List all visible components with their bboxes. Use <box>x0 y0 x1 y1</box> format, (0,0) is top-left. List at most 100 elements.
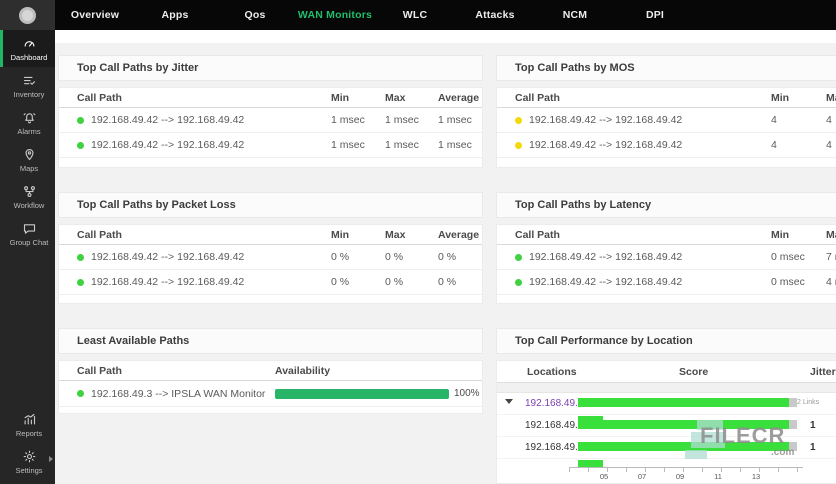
axis-tick-label: 11 <box>714 472 722 481</box>
call-path-link[interactable]: 192.168.49.42 --> 192.168.49.42 <box>59 139 244 151</box>
column-min: Min <box>771 228 790 241</box>
column-min: Min <box>771 91 790 104</box>
tab-wlc[interactable]: WLC <box>375 9 455 21</box>
column-average: Average <box>438 228 480 241</box>
table-row[interactable]: 192.168.49.42 --> 192.168.49.42 4 4 <box>497 133 836 158</box>
average-value: 0 % <box>438 276 457 288</box>
panel-header-least-available: Least Available Paths <box>58 328 483 354</box>
column-max: Max <box>385 228 406 241</box>
performance-row[interactable]: 192.168.49.42 2 Links <box>497 393 836 423</box>
sidebar-item-dashboard[interactable]: Dashboard <box>0 30 55 67</box>
table-row[interactable]: 192.168.49.42 --> 192.168.49.42 0 % 0 % … <box>59 270 482 295</box>
column-call-path: Call Path <box>515 228 560 241</box>
sidebar-item-maps[interactable]: Maps <box>0 141 55 178</box>
status-dot-yellow-icon <box>515 141 522 149</box>
column-call-path: Call Path <box>515 91 560 104</box>
column-call-path: Call Path <box>77 228 122 241</box>
column-average: Average <box>438 91 480 104</box>
sidebar-item-label: Settings <box>15 465 43 475</box>
status-dot-green-icon <box>77 253 84 261</box>
top-nav: Overview Apps Qos WAN Monitors WLC Attac… <box>0 0 836 30</box>
call-path-link[interactable]: 192.168.49.42 --> 192.168.49.42 <box>497 251 682 263</box>
table-row[interactable]: 192.168.49.42 --> 192.168.49.42 0 msec 7… <box>497 245 836 270</box>
table-header: Call Path Min Max Average <box>59 88 482 108</box>
collapse-arrow-icon[interactable] <box>505 399 513 404</box>
sidebar-item-workflow[interactable]: Workflow <box>0 178 55 215</box>
max-value: 1 msec <box>385 114 419 126</box>
panel-title: Top Call Paths by Packet Loss <box>77 199 236 211</box>
logo-icon <box>19 6 36 24</box>
map-pin-icon <box>25 148 33 160</box>
call-path-link[interactable]: 192.168.49.42 --> 192.168.49.42 <box>59 276 244 288</box>
tab-dpi[interactable]: DPI <box>615 9 695 21</box>
nav-tabs: Overview Apps Qos WAN Monitors WLC Attac… <box>55 0 695 30</box>
axis-tick-label: 13 <box>751 472 761 481</box>
panel-title: Top Call Paths by MOS <box>515 62 635 74</box>
tab-ncm[interactable]: NCM <box>535 9 615 21</box>
panel-header-packet-loss: Top Call Paths by Packet Loss <box>58 192 483 218</box>
jitter-value: 1 <box>810 442 816 453</box>
score-bar-cap <box>789 398 797 407</box>
header-separator <box>497 383 836 393</box>
call-path-link[interactable]: 192.168.49.42 --> 192.168.49.42 <box>497 276 682 288</box>
settings-expand-arrow-icon[interactable] <box>49 456 53 462</box>
axis-tick-label: 09 <box>675 472 685 481</box>
table-row[interactable]: 192.168.49.42 --> 192.168.49.42 0 % 0 % … <box>59 245 482 270</box>
chat-bubble-icon <box>23 223 35 234</box>
max-value: 0 % <box>385 251 404 263</box>
tab-qos[interactable]: Qos <box>215 9 295 21</box>
watermark-text: FILECR <box>700 423 786 448</box>
column-locations: Locations <box>527 365 577 378</box>
table-row[interactable]: 192.168.49.42 --> 192.168.49.42 1 msec 1… <box>59 133 482 158</box>
call-path-link[interactable]: 192.168.49.42 --> 192.168.49.42 <box>497 114 682 126</box>
dashboard-content: Top Call Paths by Jitter Call Path Min M… <box>55 30 836 484</box>
sidebar-item-label: Inventory <box>13 89 45 99</box>
app-logo[interactable] <box>0 0 55 30</box>
panel-body-latency: Call Path Min Max 192.168.49.42 --> 192.… <box>496 224 836 304</box>
tab-overview[interactable]: Overview <box>55 9 135 21</box>
sidebar-item-label: Group Chat <box>9 237 49 247</box>
call-path-link[interactable]: 192.168.49.42 --> 192.168.49.42 <box>497 139 682 151</box>
call-path-link[interactable]: 192.168.49.42 --> 192.168.49.42 <box>59 251 244 263</box>
sidebar-item-label: Dashboard <box>10 52 48 62</box>
score-sub-bar <box>578 460 603 467</box>
call-path-link[interactable]: 192.168.49.42 --> 192.168.49.42 <box>59 114 244 126</box>
column-call-path: Call Path <box>77 364 122 377</box>
max-value: 4 msec <box>826 276 836 288</box>
table-row[interactable]: 192.168.49.42 --> 192.168.49.42 0 msec 4… <box>497 270 836 295</box>
tab-apps[interactable]: Apps <box>135 9 215 21</box>
app-window: Overview Apps Qos WAN Monitors WLC Attac… <box>0 0 836 484</box>
sidebar-bottom: Reports Settings <box>0 406 55 480</box>
tab-attacks[interactable]: Attacks <box>455 9 535 21</box>
column-max: Max <box>826 91 836 104</box>
call-path-link[interactable]: 192.168.49.3 --> IPSLA WAN Monitor <box>59 388 265 400</box>
sidebar-item-alarms[interactable]: Alarms <box>0 104 55 141</box>
inventory-list-icon <box>23 76 35 85</box>
table-row[interactable]: 192.168.49.42 --> 192.168.49.42 4 4 <box>497 108 836 133</box>
min-value: 0 msec <box>771 251 805 263</box>
panel-title: Least Available Paths <box>77 335 190 347</box>
panel-title: Top Call Performance by Location <box>515 335 693 347</box>
column-jitter: Jitter <box>810 365 836 378</box>
panel-body-performance: Locations Score Jitter 192.168.49.42 2 L… <box>496 360 836 484</box>
table-row[interactable]: 192.168.49.42 --> 192.168.49.42 1 msec 1… <box>59 108 482 133</box>
status-dot-green-icon <box>77 141 84 149</box>
table-header: Call Path Min Max <box>497 88 836 108</box>
sidebar-item-settings[interactable]: Settings <box>0 443 55 480</box>
max-value: 1 msec <box>385 139 419 151</box>
max-value: 4 <box>826 139 832 151</box>
sidebar-item-inventory[interactable]: Inventory <box>0 67 55 104</box>
status-dot-green-icon <box>77 278 84 286</box>
table-row[interactable]: 192.168.49.3 --> IPSLA WAN Monitor 100% <box>59 381 482 407</box>
status-dot-green-icon <box>515 253 522 261</box>
sidebar-item-group-chat[interactable]: Group Chat <box>0 215 55 252</box>
panel-title: Top Call Paths by Latency <box>515 199 652 211</box>
sidebar-item-reports[interactable]: Reports <box>0 406 55 443</box>
tab-wan-monitors[interactable]: WAN Monitors <box>295 9 375 21</box>
settings-gear-icon <box>23 450 35 462</box>
sidebar: Dashboard Inventory Alarms Maps Workflow… <box>0 30 55 484</box>
average-value: 0 % <box>438 251 457 263</box>
panel-header-latency: Top Call Paths by Latency <box>496 192 836 218</box>
sidebar-item-label: Maps <box>19 163 39 173</box>
table-header: Call Path Min Max <box>497 225 836 245</box>
